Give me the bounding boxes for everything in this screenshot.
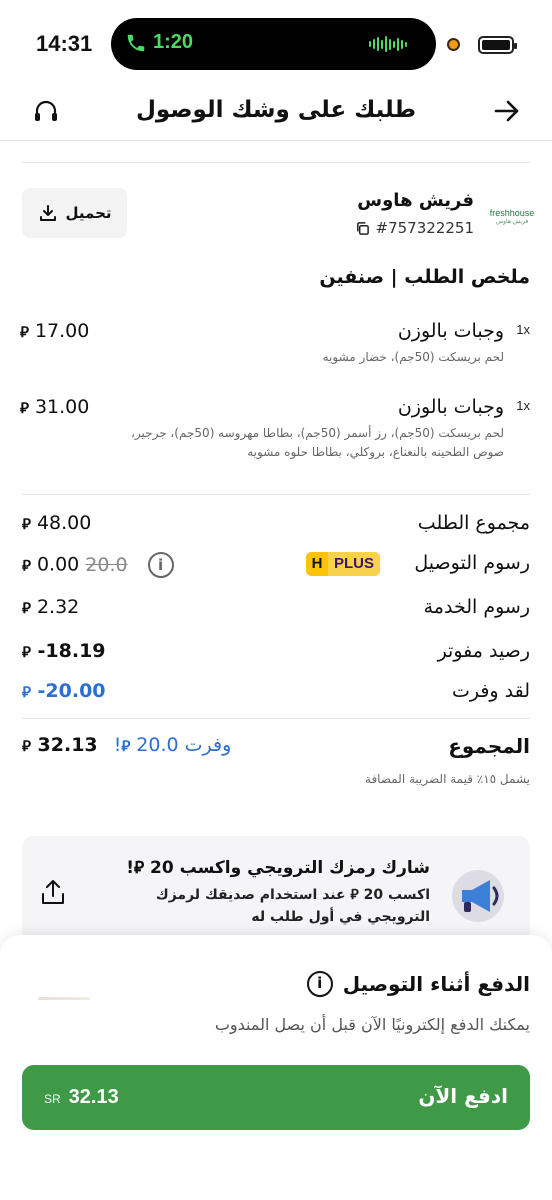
info-icon[interactable]: i [147, 552, 174, 578]
subtotal-label: مجموع الطلب [417, 512, 530, 534]
restaurant-logo: freshhouse فريش هاوس [489, 207, 535, 225]
order-id-copy[interactable]: #757322251 [355, 219, 474, 237]
status-time: 14:31 [36, 31, 93, 56]
order-item: 1x وجبات بالوزن ⃁ 31.00 لحم بريسكت (50جم… [20, 396, 530, 466]
recording-indicator-icon [447, 38, 460, 51]
sheet-title: الدفع أثناء التوصيل i [306, 971, 530, 997]
delivery-fee-value: ⃁ 0.00 20.0 i [22, 552, 174, 578]
item-name: وجبات بالوزن [397, 396, 504, 418]
item-name: وجبات بالوزن [397, 320, 504, 342]
total-saved-note: وفرت 20.0 ⃁! [113, 734, 232, 756]
wallet-balance-label: رصيد مفوتر [437, 640, 530, 662]
header-divider [0, 140, 552, 141]
sheet-handle[interactable] [38, 997, 90, 1000]
total-label: المجموع [448, 734, 530, 758]
top-header: طلبك على وشك الوصول [0, 90, 552, 140]
order-id: #757322251 [375, 219, 474, 237]
subtotal-row: مجموع الطلب ⃁ 48.00 [22, 512, 530, 540]
total-value-group: ⃁ 32.13 وفرت 20.0 ⃁! [22, 734, 231, 756]
page-title: طلبك على وشك الوصول [135, 97, 417, 123]
item-description: لحم بريسكت (50جم)، خضار مشويه [322, 350, 504, 364]
pay-now-button[interactable]: ادفع الآن SR 32.13 [22, 1065, 530, 1130]
order-summary-title: ملخص الطلب | صنفين [319, 266, 530, 288]
status-bar: 14:31 1:20 [0, 0, 552, 90]
download-icon [39, 205, 56, 221]
savings-value: ⃁ -20.00 [22, 680, 106, 702]
items-divider [22, 494, 530, 495]
hungerstation-plus-badge: H PLUS [305, 552, 380, 576]
wallet-balance-value: ⃁ -18.19 [22, 640, 106, 662]
item-description: لحم بريسكت (50جم)، رز أسمر (50جم)، بطاطا… [131, 426, 504, 459]
item-price: ⃁ 17.00 [20, 320, 90, 342]
total-row: المجموع ⃁ 32.13 وفرت 20.0 ⃁! [22, 734, 530, 762]
headset-support-icon[interactable] [32, 98, 60, 126]
delivery-original-price: 20.0 [85, 553, 128, 576]
referral-title: شارك رمزك الترويجي واكسب 20 ⃁! [126, 858, 430, 878]
pay-now-label: ادفع الآن [418, 1084, 508, 1108]
vat-note: يشمل ١٥٪ قيمة الضريبة المضافة [365, 772, 530, 786]
download-label: تحميل [65, 204, 112, 222]
savings-row: لقد وفرت ⃁ -20.00 [22, 680, 530, 708]
subtotal-value: ⃁ 48.00 [22, 512, 92, 534]
download-invoice-button[interactable]: تحميل [22, 188, 127, 238]
call-duration: 1:20 [153, 31, 194, 53]
share-icon[interactable] [40, 878, 66, 906]
item-quantity: 1x [516, 398, 530, 413]
sheet-description: يمكنك الدفع إلكترونيًا الآن قبل أن يصل ا… [214, 1015, 530, 1034]
payment-bottom-sheet: الدفع أثناء التوصيل i يمكنك الدفع إلكترو… [0, 935, 552, 1200]
item-price: ⃁ 31.00 [20, 396, 90, 418]
service-fee-value: ⃁ 2.32 [22, 596, 80, 618]
megaphone-icon [452, 870, 504, 922]
info-icon[interactable]: i [306, 971, 333, 997]
active-call-indicator: 1:20 [125, 31, 193, 54]
scroll-edge-divider [22, 162, 530, 163]
dynamic-island[interactable]: 1:20 [111, 18, 436, 70]
delivery-fee-label: رسوم التوصيل [414, 552, 530, 574]
item-quantity: 1x [516, 322, 530, 337]
total-value: ⃁ 32.13 [22, 734, 98, 756]
pay-amount: SR 32.13 [44, 1086, 119, 1108]
copy-icon[interactable] [355, 221, 370, 236]
order-item: 1x وجبات بالوزن ⃁ 17.00 لحم بريسكت (50جم… [20, 320, 530, 370]
service-fee-label: رسوم الخدمة [423, 596, 530, 618]
delivery-fee-row: رسوم التوصيل H PLUS ⃁ 0.00 20.0 i [22, 552, 530, 580]
service-fee-row: رسوم الخدمة ⃁ 2.32 [22, 596, 530, 624]
battery-icon [478, 36, 517, 54]
restaurant-name: فريش هاوس [357, 190, 474, 211]
totals-divider [22, 718, 530, 719]
savings-label: لقد وفرت [451, 680, 530, 702]
referral-description: اكسب 20 ⃁ عند استخدام صديقك لرمزك التروي… [155, 887, 430, 925]
wallet-balance-row: رصيد مفوتر ⃁ -18.19 [22, 640, 530, 668]
phone-icon [127, 34, 145, 51]
audio-wave-icon [369, 36, 407, 52]
